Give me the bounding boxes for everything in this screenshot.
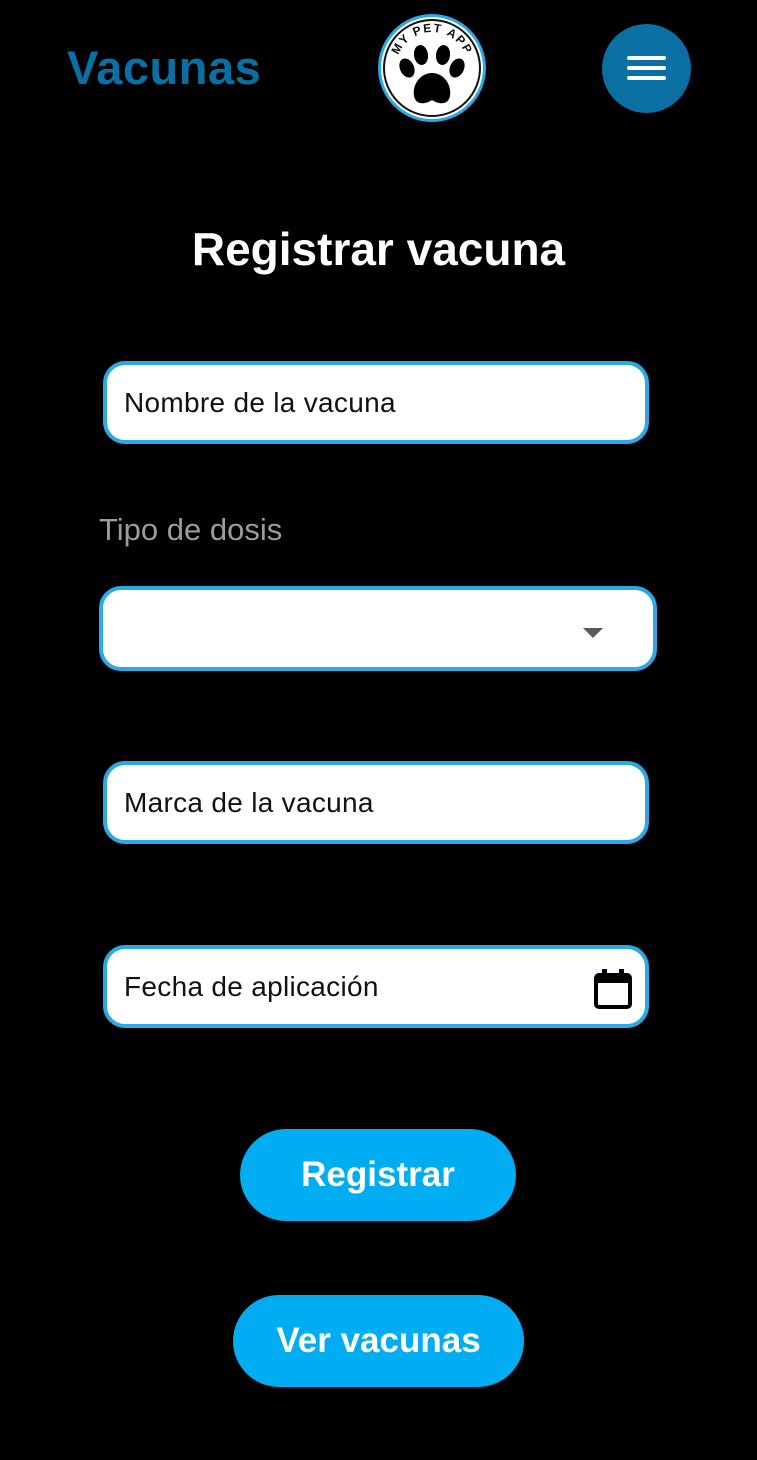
menu-button[interactable] — [602, 24, 691, 113]
dose-type-label: Tipo de dosis — [99, 512, 283, 547]
vaccine-brand-input[interactable]: Marca de la vacuna — [103, 761, 649, 844]
application-date-input[interactable]: Fecha de aplicación — [103, 945, 649, 1028]
application-date-placeholder: Fecha de aplicación — [124, 971, 379, 1002]
view-vaccines-button[interactable]: Ver vacunas — [233, 1295, 524, 1387]
page-title-vacunas: Vacunas — [67, 41, 262, 94]
form-title: Registrar vacuna — [191, 223, 566, 275]
vaccine-brand-placeholder: Marca de la vacuna — [124, 787, 374, 818]
dropdown-arrow-icon — [583, 628, 603, 638]
vaccine-name-input[interactable]: Nombre de la vacuna — [103, 361, 649, 444]
dose-type-select[interactable] — [99, 586, 657, 671]
register-button[interactable]: Registrar — [240, 1129, 516, 1221]
vaccine-name-placeholder: Nombre de la vacuna — [124, 387, 396, 418]
my-pet-app-logo: MY PET APP — [378, 14, 486, 122]
calendar-icon[interactable] — [593, 968, 633, 1010]
